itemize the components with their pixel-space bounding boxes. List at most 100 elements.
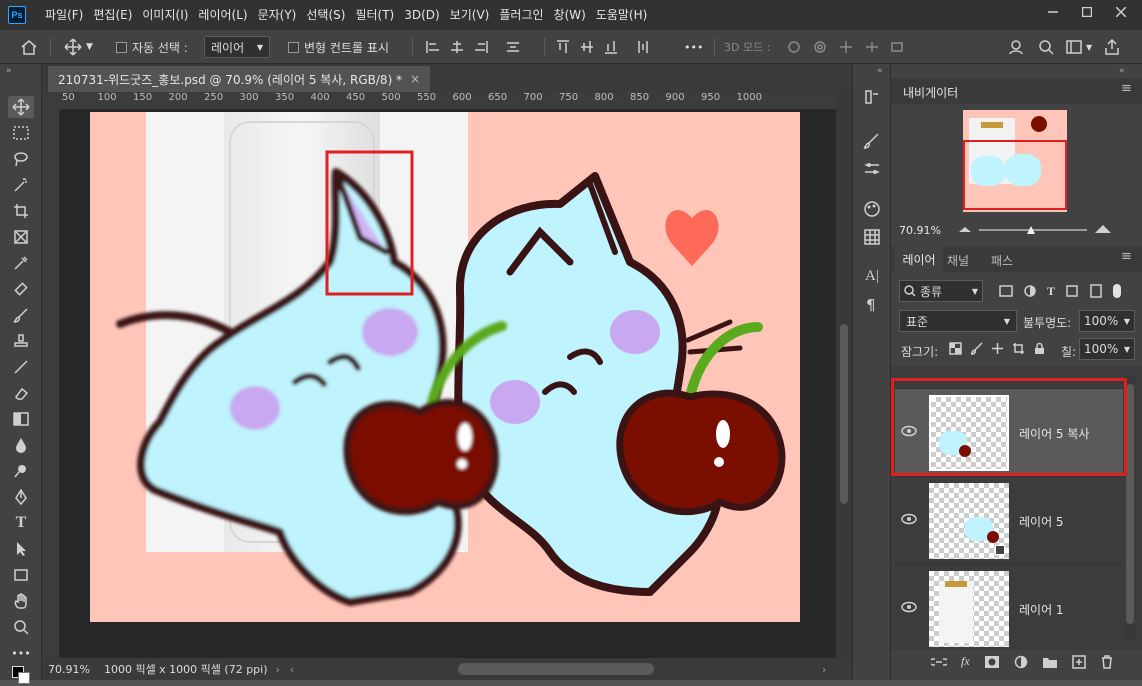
panel-menu-icon[interactable]: ≡ <box>1121 81 1132 96</box>
adjustments-icon[interactable] <box>863 160 881 178</box>
pen-tool[interactable] <box>8 486 34 508</box>
document-tab[interactable]: 210731-위드굿즈_홍보.psd @ 70.9% (레이어 5 복사, RG… <box>48 66 431 92</box>
layer-list-scroll-thumb[interactable] <box>1126 384 1134 624</box>
navigator-zoom-slider[interactable] <box>957 222 1117 236</box>
lock-transparency-icon[interactable] <box>949 342 962 355</box>
layer-mask-icon[interactable] <box>984 655 1000 669</box>
move-tool-preset[interactable]: ▼ <box>64 30 93 64</box>
hand-tool[interactable] <box>8 590 34 612</box>
move-tool[interactable] <box>8 96 34 118</box>
vertical-scrollbar[interactable] <box>836 92 852 658</box>
align-top-icon[interactable] <box>556 40 570 54</box>
3d-pan-icon[interactable] <box>838 40 854 54</box>
frame-tool[interactable] <box>8 226 34 248</box>
menu-item[interactable]: 편집(E) <box>88 0 137 30</box>
transform-controls-checkbox[interactable] <box>288 41 299 53</box>
blur-tool[interactable] <box>8 434 34 456</box>
collapse-toolbar-icon[interactable]: » <box>6 66 12 76</box>
layer-row-layer-1[interactable]: 레이어 1 <box>895 564 1123 650</box>
navigator-thumbnail[interactable] <box>963 110 1067 212</box>
color-palette-icon[interactable] <box>863 200 881 218</box>
minimize-button[interactable] <box>1036 0 1070 24</box>
menu-item[interactable]: 레이어(L) <box>193 0 252 30</box>
type-filter-icon[interactable]: T <box>1047 284 1055 299</box>
gradient-tool[interactable] <box>8 408 34 430</box>
horizontal-scroll-thumb[interactable] <box>458 663 654 675</box>
home-button[interactable] <box>20 30 38 64</box>
crop-tool[interactable] <box>8 200 34 222</box>
history-icon[interactable] <box>863 88 881 106</box>
collapse-right-panel-icon[interactable]: « <box>1119 66 1125 76</box>
shape-filter-icon[interactable] <box>1065 284 1079 298</box>
swatches-grid-icon[interactable] <box>863 228 881 246</box>
menu-item[interactable]: 필터(T) <box>350 0 399 30</box>
adjustment-filter-icon[interactable] <box>1023 284 1037 298</box>
filter-toggle-icon[interactable] <box>1113 284 1122 298</box>
lock-all-icon[interactable] <box>1033 342 1046 355</box>
path-selection-tool[interactable] <box>8 538 34 560</box>
maximize-button[interactable] <box>1070 0 1104 24</box>
collapse-panels-icon[interactable]: « <box>877 66 883 76</box>
close-window-button[interactable] <box>1104 0 1138 24</box>
scroll-left-icon[interactable]: ‹ <box>290 663 294 676</box>
history-brush-tool[interactable] <box>8 356 34 378</box>
status-zoom[interactable]: 70.91% <box>48 663 90 676</box>
3d-roll-icon[interactable] <box>812 40 828 54</box>
align-left-icon[interactable] <box>426 40 440 54</box>
marquee-tool[interactable] <box>8 122 34 144</box>
tab-paths[interactable]: 패스 <box>991 252 1013 269</box>
new-layer-icon[interactable] <box>1071 654 1086 669</box>
smart-object-filter-icon[interactable] <box>1089 284 1103 298</box>
background-color-swatch[interactable] <box>18 672 30 684</box>
share-icon[interactable] <box>1104 39 1120 55</box>
eraser-tool[interactable] <box>8 382 34 404</box>
vertical-scroll-thumb[interactable] <box>840 324 848 504</box>
status-arrow-icon[interactable]: › <box>276 663 280 676</box>
brush-settings-icon[interactable] <box>863 132 881 150</box>
lock-artboard-icon[interactable] <box>1012 342 1025 355</box>
menu-item[interactable]: 선택(S) <box>301 0 350 30</box>
align-bottom-icon[interactable] <box>604 40 618 54</box>
layer-name[interactable]: 레이어 1 <box>1019 601 1064 618</box>
artboard[interactable] <box>90 112 800 622</box>
more-options-button[interactable]: ••• <box>684 30 703 64</box>
navigator-view-box[interactable] <box>963 140 1067 210</box>
edit-toolbar-button[interactable]: ••• <box>8 642 34 664</box>
chevron-down-icon[interactable]: ▼ <box>1086 43 1092 52</box>
blend-mode-dropdown[interactable]: 표준 ▼ <box>899 310 1017 332</box>
tab-layers[interactable]: 레이어 <box>895 246 943 272</box>
link-layers-icon[interactable] <box>931 655 947 669</box>
lock-position-icon[interactable] <box>991 342 1004 355</box>
search-icon[interactable] <box>1038 39 1054 55</box>
canvas-area[interactable] <box>60 110 836 658</box>
menu-item[interactable]: 문자(Y) <box>253 0 302 30</box>
layer-filter-dropdown[interactable]: 종류 ▼ <box>899 280 983 302</box>
eye-icon[interactable] <box>901 601 917 613</box>
type-tool[interactable]: T <box>8 512 34 534</box>
menu-item[interactable]: 보기(V) <box>445 0 495 30</box>
layer-name[interactable]: 레이어 5 <box>1019 513 1064 530</box>
close-tab-icon[interactable]: × <box>410 72 420 86</box>
fill-input[interactable]: 100% ▼ <box>1079 338 1135 360</box>
auto-select-toggle[interactable]: 자동 선택 : <box>116 30 188 64</box>
fx-icon[interactable]: fx <box>961 654 970 669</box>
folder-icon[interactable] <box>1042 655 1058 669</box>
menu-item[interactable]: 3D(D) <box>399 0 444 30</box>
3d-scale-icon[interactable] <box>890 40 906 54</box>
navigator-zoom-value[interactable]: 70.91% <box>899 224 941 237</box>
trash-icon[interactable] <box>1100 654 1114 669</box>
3d-slide-icon[interactable] <box>864 40 880 54</box>
menu-item[interactable]: 창(W) <box>549 0 591 30</box>
image-filter-icon[interactable] <box>999 284 1013 298</box>
menu-item[interactable]: 도움말(H) <box>591 0 653 30</box>
brush-tool[interactable] <box>8 304 34 326</box>
menu-item[interactable]: 파일(F) <box>40 0 88 30</box>
rectangle-tool[interactable] <box>8 564 34 586</box>
healing-brush-tool[interactable] <box>8 278 34 300</box>
eye-icon[interactable] <box>901 513 917 525</box>
panel-menu-icon[interactable]: ≡ <box>1121 249 1132 264</box>
align-right-icon[interactable] <box>474 40 488 54</box>
color-swatches[interactable] <box>8 664 34 686</box>
eyedropper-tool[interactable] <box>8 252 34 274</box>
zoom-tool[interactable] <box>8 616 34 638</box>
